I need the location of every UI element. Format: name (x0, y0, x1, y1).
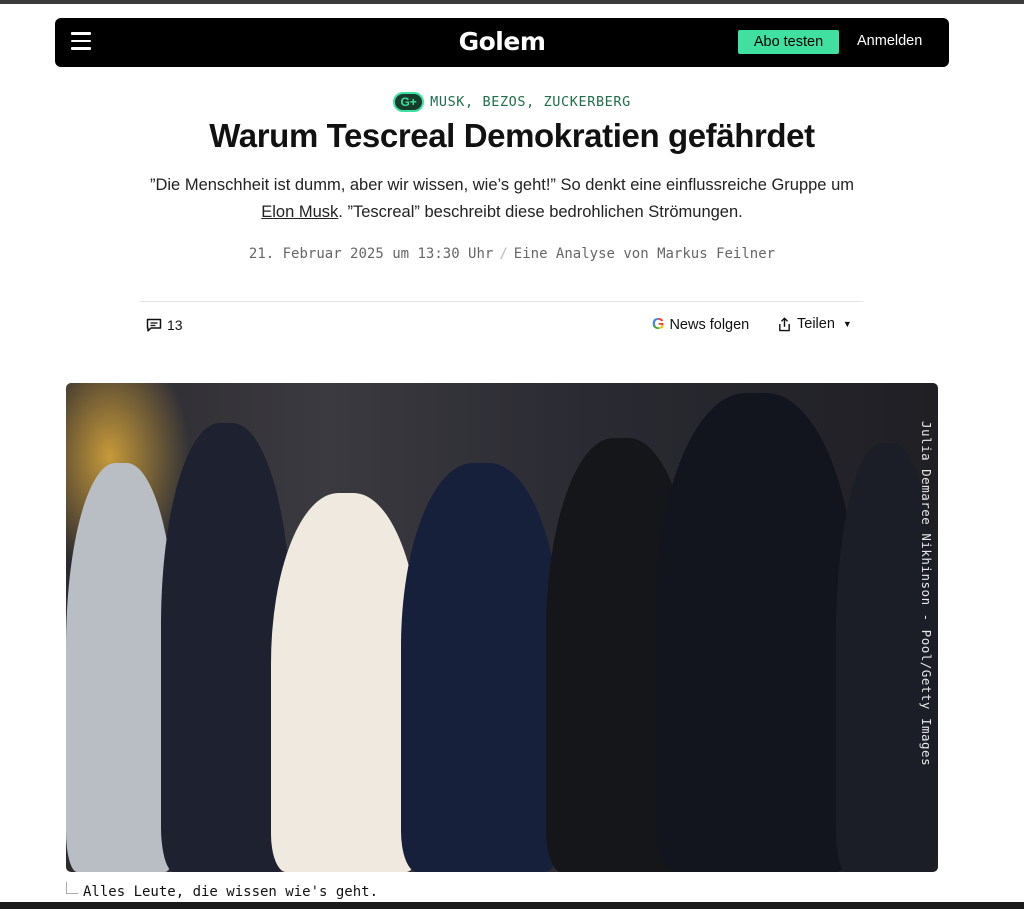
article-teaser: ”Die Menschheit ist dumm, aber wir wisse… (140, 172, 864, 226)
browser-bottom-strip (0, 902, 1024, 909)
caption-text: Alles Leute, die wissen wie's geht. (83, 884, 379, 900)
site-header: Golem Abo testen Anmelden (55, 18, 949, 67)
login-button[interactable]: Anmelden (857, 33, 922, 49)
teaser-text-end: . ”Tescreal” beschreibt diese bedrohlich… (338, 203, 743, 221)
teaser-link-elon-musk[interactable]: Elon Musk (261, 203, 338, 221)
kicker-topics[interactable]: MUSK, BEZOS, ZUCKERBERG (430, 94, 631, 110)
share-label: Teilen (797, 316, 835, 332)
photo-credit: Julia Demaree Nikhinson - Pool/Getty Ima… (919, 421, 934, 767)
image-figure-6 (656, 393, 856, 872)
comment-count: 13 (167, 317, 183, 333)
meta-separator: / (499, 246, 508, 262)
subscribe-button[interactable]: Abo testen (738, 30, 839, 54)
golem-plus-badge: G+ (393, 92, 425, 112)
divider (140, 301, 863, 302)
news-follow-label: News folgen (669, 317, 750, 333)
image-figure-1 (66, 463, 176, 872)
article-hero-image[interactable]: Julia Demaree Nikhinson - Pool/Getty Ima… (66, 383, 938, 872)
comment-icon (146, 318, 162, 332)
teaser-text-start: ”Die Menschheit ist dumm, aber wir wisse… (149, 176, 854, 194)
share-icon (779, 317, 790, 331)
google-icon: G (652, 316, 665, 333)
image-caption: Alles Leute, die wissen wie's geht. (66, 878, 378, 900)
chevron-down-icon: ▼ (842, 319, 852, 329)
image-figure-3 (271, 493, 421, 872)
article-title: Warum Tescreal Demokratien gefährdet (209, 117, 815, 154)
share-button[interactable]: Teilen ▼ (777, 316, 852, 332)
article-kicker: G+ MUSK, BEZOS, ZUCKERBERG (0, 92, 1024, 114)
image-figure-4 (401, 463, 561, 872)
article-meta: 21. Februar 2025 um 13:30 Uhr / Eine Analy… (0, 246, 1024, 262)
google-news-follow-button[interactable]: G News folgen (652, 316, 749, 334)
publish-date: 21. Februar 2025 um 13:30 Uhr (248, 246, 494, 262)
caption-corner-mark (66, 882, 78, 894)
byline[interactable]: Eine Analyse von Markus Feilner (514, 246, 775, 262)
comments-link[interactable]: 13 (146, 316, 183, 334)
browser-top-strip (0, 0, 1024, 4)
